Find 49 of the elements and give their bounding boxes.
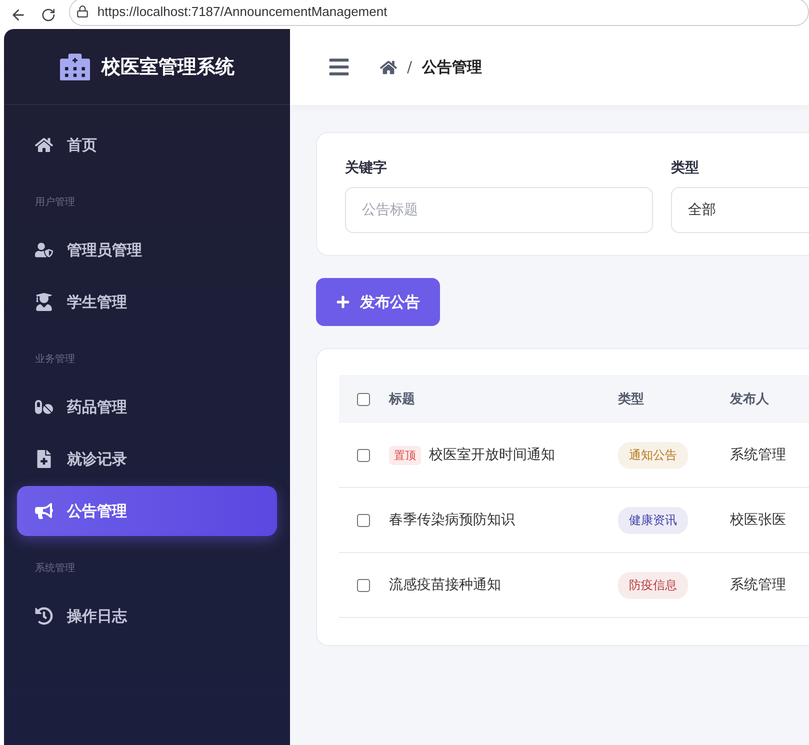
nav-item[interactable]: 操作日志 bbox=[17, 591, 277, 641]
nav-item[interactable]: 学生管理 bbox=[17, 277, 277, 327]
home-icon[interactable] bbox=[380, 58, 397, 76]
nav-item[interactable]: 药品管理 bbox=[17, 382, 277, 432]
menu-icon[interactable] bbox=[328, 56, 350, 78]
keyword-field[interactable]: 公告标题 bbox=[345, 187, 653, 233]
nav-icon bbox=[35, 607, 53, 625]
plus-icon bbox=[336, 295, 350, 309]
select-all-checkbox[interactable] bbox=[357, 392, 370, 406]
nav-icon bbox=[35, 241, 53, 259]
title-cell: 校医室开放时间通知 bbox=[429, 446, 555, 464]
nav-icon bbox=[35, 502, 53, 520]
pinned-badge: 置顶 bbox=[389, 446, 421, 464]
title-cell: 流感疫苗接种通知 bbox=[389, 576, 501, 594]
nav-icon bbox=[35, 293, 53, 311]
nav-section-label: 系统管理 bbox=[34, 562, 76, 576]
nav-item[interactable]: 公告管理 bbox=[17, 486, 277, 536]
breadcrumb-separator: / bbox=[407, 58, 412, 76]
breadcrumb-current: 公告管理 bbox=[422, 58, 482, 76]
lock-icon bbox=[76, 5, 90, 18]
publisher-cell-text: 系统管理 bbox=[730, 446, 787, 464]
filter-label: 关键字 bbox=[345, 159, 388, 177]
row-checkbox[interactable] bbox=[357, 448, 370, 462]
address-bar[interactable]: https://localhost:7187/AnnouncementManagement bbox=[69, 0, 809, 26]
nav-item[interactable]: 首页 bbox=[17, 120, 277, 170]
title-cell: 春季传染病预防知识 bbox=[389, 511, 515, 529]
nav-item[interactable]: 就诊记录 bbox=[17, 434, 277, 484]
row-checkbox[interactable] bbox=[357, 578, 370, 592]
column-header: 发布人 bbox=[730, 391, 770, 408]
nav-section-label: 用户管理 bbox=[34, 196, 76, 210]
filter-label: 类型 bbox=[671, 159, 700, 177]
type-tag: 防疫信息 bbox=[618, 572, 688, 598]
publisher-cell-text: 校医张医 bbox=[730, 511, 787, 529]
row-checkbox[interactable] bbox=[357, 514, 370, 526]
nav-section-label: 业务管理 bbox=[34, 352, 76, 367]
nav-icon bbox=[35, 136, 53, 154]
type-select[interactable]: 全部 bbox=[671, 187, 809, 233]
nav-item[interactable]: 管理员管理 bbox=[17, 225, 277, 275]
hospital-icon bbox=[60, 52, 90, 82]
column-header: 类型 bbox=[618, 391, 645, 408]
type-tag: 健康资讯 bbox=[618, 506, 688, 534]
reload-icon[interactable] bbox=[40, 6, 56, 22]
app-title: 校医室管理系统 bbox=[102, 54, 234, 80]
nav-icon bbox=[35, 398, 53, 416]
type-tag: 通知公告 bbox=[618, 442, 688, 468]
publish-button[interactable]: 发布公告 bbox=[316, 278, 440, 326]
column-header: 标题 bbox=[389, 391, 416, 408]
nav-icon bbox=[35, 450, 53, 468]
publisher-cell-text: 系统管理 bbox=[730, 576, 787, 594]
